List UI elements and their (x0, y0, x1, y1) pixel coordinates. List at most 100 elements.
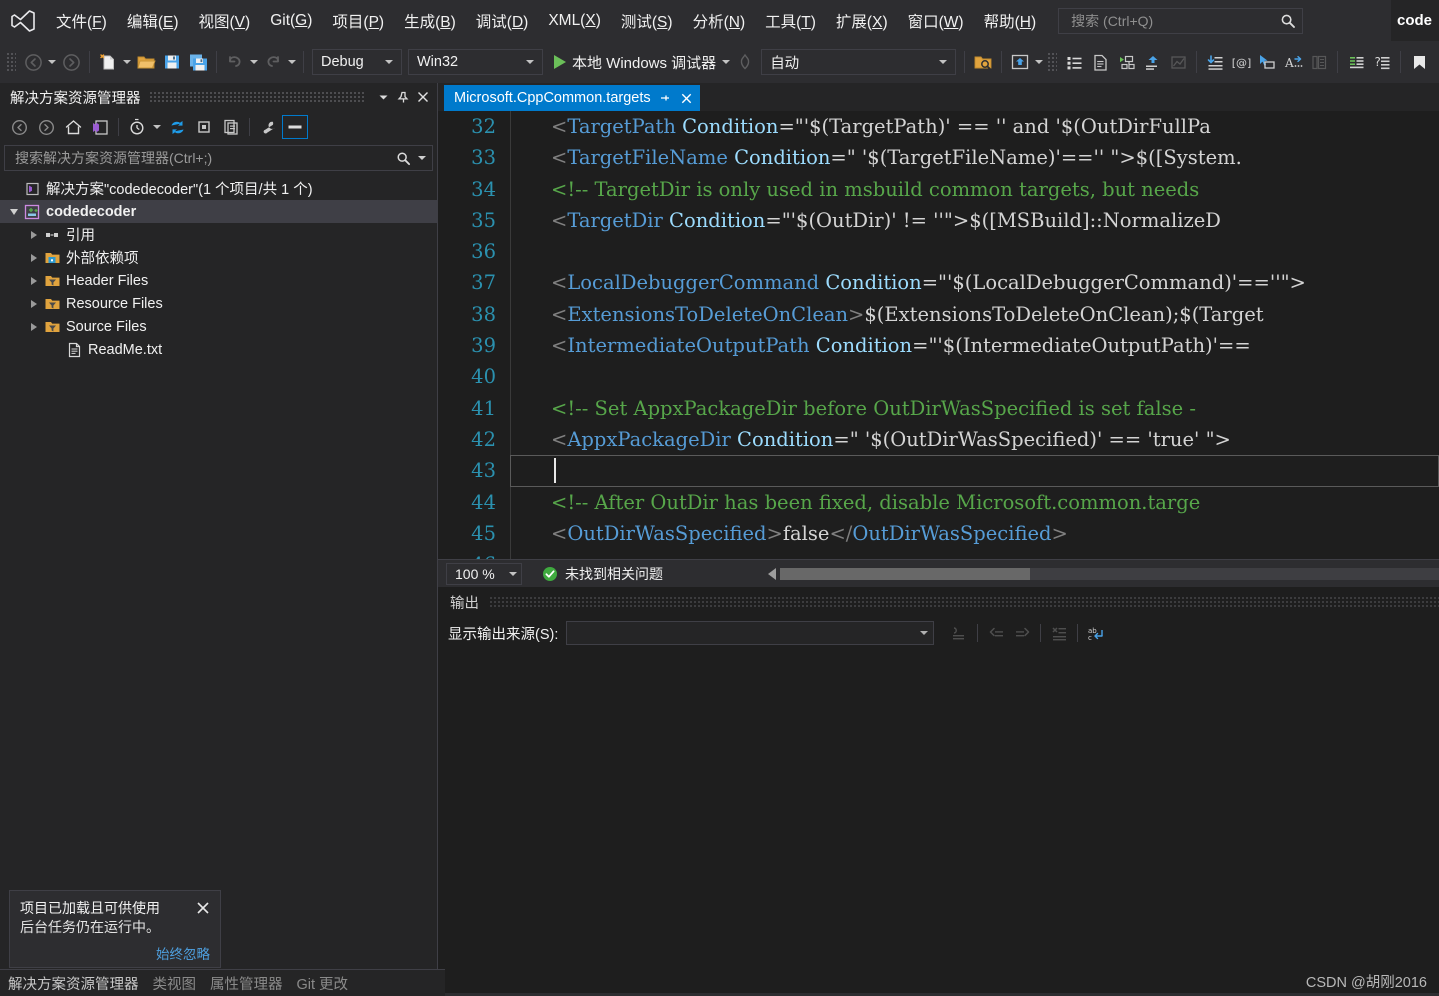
forward-icon[interactable] (33, 115, 59, 139)
solution-explorer-search-input[interactable] (13, 149, 396, 167)
new-file-dropdown[interactable] (121, 49, 133, 75)
output-source-combo[interactable] (566, 621, 934, 645)
panel-tab-2[interactable]: 属性管理器 (210, 973, 283, 994)
menu-item-13[interactable]: 帮助(H) (974, 5, 1047, 37)
home-icon[interactable] (60, 115, 86, 139)
toolbar-grip[interactable] (6, 52, 16, 72)
editor-horizontal-scrollbar[interactable] (768, 567, 1439, 581)
menu-item-1[interactable]: 编辑(E) (117, 5, 189, 37)
scroll-track[interactable] (780, 568, 1439, 580)
menu-item-4[interactable]: 项目(P) (322, 5, 394, 37)
undo-icon[interactable] (222, 49, 248, 75)
pin-icon[interactable] (393, 86, 413, 108)
tree-item-7[interactable]: ReadMe.txt (0, 338, 437, 361)
tree-item-0[interactable]: 解决方案"codedecoder"(1 个项目/共 1 个) (0, 177, 437, 200)
font-icon[interactable]: A (1280, 49, 1306, 75)
tree-item-1[interactable]: codedecoder (0, 200, 437, 223)
platform-combo[interactable]: Win32 (408, 49, 543, 75)
at-icon[interactable]: [@] (1228, 49, 1254, 75)
menu-item-11[interactable]: 扩展(X) (826, 5, 898, 37)
new-file-icon[interactable] (95, 49, 121, 75)
properties-window-icon[interactable] (1087, 49, 1113, 75)
search-options-dropdown-icon[interactable] (418, 156, 426, 160)
chevron-down-icon[interactable] (6, 204, 22, 220)
panel-drag-handle[interactable] (149, 91, 366, 103)
back-icon[interactable] (6, 115, 32, 139)
code-editor[interactable]: 32<TargetPath Condition="'$(TargetPath)'… (438, 111, 1439, 559)
menu-item-10[interactable]: 工具(T) (755, 5, 826, 37)
code-line[interactable]: 45<OutDirWasSpecified>false</OutDirWasSp… (438, 518, 1439, 549)
code-line[interactable]: 36 (438, 236, 1439, 267)
navigate-back-icon[interactable] (20, 49, 46, 75)
word-wrap-icon[interactable]: abc (1083, 621, 1109, 645)
output-drag-handle[interactable] (489, 596, 1439, 608)
start-debugging-dropdown[interactable] (720, 49, 732, 75)
global-search-input[interactable] (1069, 12, 1280, 30)
menu-item-8[interactable]: 测试(S) (611, 5, 683, 37)
preview-selected-icon[interactable] (282, 115, 308, 139)
pin-icon[interactable] (659, 92, 672, 105)
cursor-window-icon[interactable] (1254, 49, 1280, 75)
preview-window-icon[interactable] (1007, 49, 1033, 75)
refresh-icon[interactable] (164, 115, 190, 139)
next-message-icon[interactable] (1009, 621, 1035, 645)
tree-item-3[interactable]: 外部依赖项 (0, 246, 437, 269)
scroll-left-icon[interactable] (768, 568, 776, 580)
scroll-thumb[interactable] (780, 568, 1030, 580)
class-view-icon[interactable] (1139, 49, 1165, 75)
panel-tab-0[interactable]: 解决方案资源管理器 (8, 973, 139, 994)
menu-item-6[interactable]: 调试(D) (466, 5, 539, 37)
code-line[interactable]: 46 (438, 549, 1439, 559)
undo-dropdown[interactable] (248, 49, 260, 75)
solution-explorer-search-box[interactable] (4, 145, 433, 171)
chevron-right-icon[interactable] (26, 296, 42, 312)
bookmark-icon[interactable] (1406, 49, 1432, 75)
redo-icon[interactable] (260, 49, 286, 75)
chart-icon[interactable] (1165, 49, 1191, 75)
menu-item-12[interactable]: 窗口(W) (898, 5, 974, 37)
configuration-combo[interactable]: Debug (312, 49, 402, 75)
panel-tab-3[interactable]: Git 更改 (297, 973, 349, 994)
code-line[interactable]: 40 (438, 361, 1439, 392)
menu-item-3[interactable]: Git(G) (260, 7, 322, 35)
menu-item-9[interactable]: 分析(N) (683, 5, 756, 37)
previous-message-icon[interactable] (983, 621, 1009, 645)
start-debugging-button[interactable]: 本地 Windows 调试器 (550, 49, 720, 75)
tree-item-2[interactable]: 引用 (0, 223, 437, 246)
zoom-level-combo[interactable]: 100 % (446, 563, 522, 585)
auto-target-combo[interactable]: 自动 (761, 49, 956, 75)
editor-tab-active[interactable]: Microsoft.CppCommon.targets (444, 85, 700, 111)
code-line[interactable]: 42<AppxPackageDir Condition=" '$(OutDirW… (438, 424, 1439, 455)
panel-menu-dropdown-icon[interactable] (373, 86, 393, 108)
navigate-back-dropdown[interactable] (46, 49, 58, 75)
toolbar-grip[interactable] (1047, 52, 1057, 72)
tree-item-4[interactable]: Header Files (0, 269, 437, 292)
chevron-right-icon[interactable] (26, 319, 42, 335)
menu-item-7[interactable]: XML(X) (538, 7, 611, 35)
open-file-icon[interactable] (133, 49, 159, 75)
code-line[interactable]: 35<TargetDir Condition="'$(OutDir)' != '… (438, 205, 1439, 236)
code-line[interactable]: 41<!-- Set AppxPackageDir before OutDirW… (438, 393, 1439, 424)
solution-view-icon[interactable] (87, 115, 113, 139)
find-in-files-icon[interactable] (970, 49, 996, 75)
chevron-right-icon[interactable] (26, 227, 42, 243)
object-browser-icon[interactable] (1113, 49, 1139, 75)
code-line[interactable]: 34<!-- TargetDir is only used in msbuild… (438, 174, 1439, 205)
code-line[interactable]: 33<TargetFileName Condition=" '$(TargetF… (438, 142, 1439, 173)
toast-always-ignore-link[interactable]: 始终忽略 (20, 943, 210, 963)
panel-tab-1[interactable]: 类视图 (153, 973, 197, 994)
navigate-forward-icon[interactable] (58, 49, 84, 75)
clear-all-icon[interactable] (946, 621, 972, 645)
tree-item-5[interactable]: Resource Files (0, 292, 437, 315)
hot-reload-icon[interactable] (732, 49, 758, 75)
chevron-right-icon[interactable] (26, 250, 42, 266)
save-icon[interactable] (159, 49, 185, 75)
output-content[interactable] (438, 649, 1439, 996)
code-line[interactable]: 38<ExtensionsToDeleteOnClean>$(Extension… (438, 299, 1439, 330)
menu-item-0[interactable]: 文件(F) (46, 5, 117, 37)
pending-changes-dropdown[interactable] (151, 114, 163, 140)
chevron-right-icon[interactable] (26, 273, 42, 289)
menu-item-5[interactable]: 生成(B) (394, 5, 466, 37)
menu-item-2[interactable]: 视图(V) (189, 5, 261, 37)
task-list-icon[interactable] (1061, 49, 1087, 75)
